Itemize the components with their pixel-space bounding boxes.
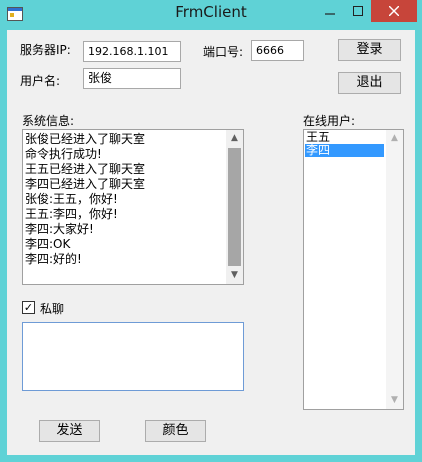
online-user-item[interactable]: 李四 — [305, 144, 384, 157]
scroll-thumb[interactable] — [228, 148, 241, 266]
message-line: 李四已经进入了聊天室 — [25, 177, 146, 191]
color-button[interactable]: 颜色 — [145, 420, 206, 442]
message-line: 张俊已经进入了聊天室 — [25, 132, 146, 146]
user-lines: 王五 李四 — [305, 131, 384, 157]
logout-button[interactable]: 退出 — [338, 72, 401, 94]
maximize-icon — [352, 6, 363, 16]
users-scrollbar[interactable]: ▲ ▼ — [386, 130, 403, 409]
message-line: 命令执行成功! — [25, 147, 102, 161]
system-messages-list[interactable]: 张俊已经进入了聊天室 命令执行成功! 王五已经进入了聊天室 李四已经进入了聊天室 张俊:… — [22, 129, 244, 285]
maximize-button[interactable] — [344, 0, 371, 22]
server-ip-input[interactable]: 192.168.1.101 — [83, 41, 181, 62]
minimize-button[interactable] — [316, 0, 344, 22]
chevron-up-icon[interactable]: ▲ — [386, 130, 403, 147]
server-ip-label: 服务器IP: — [20, 43, 71, 57]
close-button[interactable] — [371, 0, 417, 22]
message-line: 李四:好的! — [25, 252, 82, 266]
close-icon — [389, 6, 399, 16]
port-label: 端口号: — [203, 45, 244, 59]
minimize-icon — [325, 13, 335, 15]
system-info-label: 系统信息: — [22, 114, 75, 128]
message-line: 李四:大家好! — [25, 222, 94, 236]
username-input[interactable]: 张俊 — [83, 68, 181, 89]
client-area: 服务器IP: 192.168.1.101 端口号: 6666 登录 用户名: 张… — [7, 30, 415, 455]
message-line: 王五已经进入了聊天室 — [25, 162, 146, 176]
messages-scrollbar[interactable]: ▲ ▼ — [226, 130, 243, 284]
message-line: 李四:OK — [25, 237, 71, 251]
chevron-down-icon[interactable]: ▼ — [386, 392, 403, 409]
online-users-label: 在线用户: — [303, 114, 356, 128]
message-lines: 张俊已经进入了聊天室 命令执行成功! 王五已经进入了聊天室 李四已经进入了聊天室 张俊:… — [25, 132, 145, 267]
port-input[interactable]: 6666 — [251, 40, 304, 61]
send-button[interactable]: 发送 — [39, 420, 100, 442]
message-line: 王五:李四，你好! — [25, 207, 118, 221]
message-input[interactable] — [22, 322, 244, 391]
chevron-up-icon[interactable]: ▲ — [226, 130, 243, 147]
login-button[interactable]: 登录 — [338, 39, 401, 61]
chevron-down-icon[interactable]: ▼ — [226, 267, 243, 284]
title-bar[interactable]: FrmClient — [0, 0, 422, 28]
message-line: 张俊:王五，你好! — [25, 192, 118, 206]
private-chat-checkbox[interactable]: ✓ — [22, 301, 35, 314]
username-label: 用户名: — [20, 74, 61, 88]
private-chat-label: 私聊 — [40, 302, 65, 316]
online-users-list[interactable]: 王五 李四 ▲ ▼ — [303, 129, 404, 410]
app-window: FrmClient 服务器IP: 192.168.1.101 端口号: 6666… — [0, 0, 422, 462]
